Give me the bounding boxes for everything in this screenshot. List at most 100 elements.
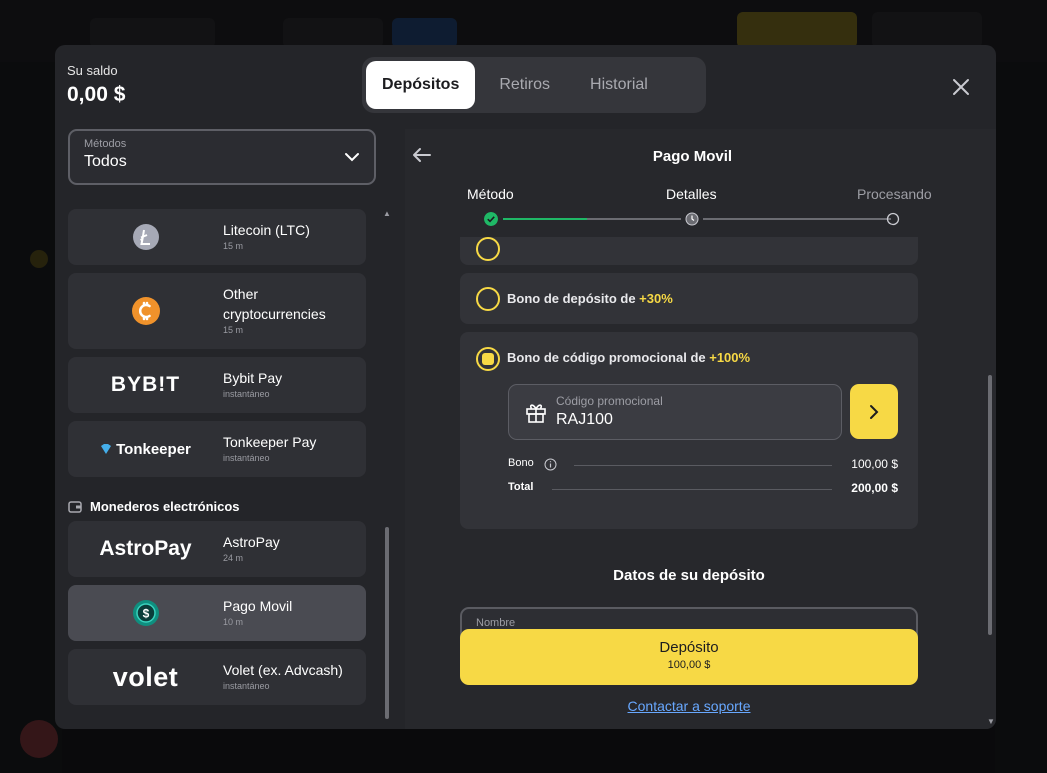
bonus-card-deposit[interactable]: Bono de depósito de +30% xyxy=(460,273,918,324)
chevron-down-icon xyxy=(345,153,359,162)
ewallets-section-title: Monederos electrónicos xyxy=(68,499,240,514)
promo-apply-button[interactable] xyxy=(850,384,898,439)
bonus-deposit-percent: +30% xyxy=(639,291,673,306)
bonus-deposit-label: Bono de depósito de +30% xyxy=(507,291,673,306)
step-pending-icon xyxy=(886,212,900,226)
promo-code-input[interactable]: Código promocional RAJ100 xyxy=(508,384,842,440)
bybit-wordmark: BYB!T xyxy=(110,373,181,396)
methods-value: Todos xyxy=(84,153,127,170)
step-line-done xyxy=(503,218,587,220)
step-done-icon xyxy=(484,212,498,226)
payment-method-list: Litecoin (LTC) 15 m Other cryptocurrenci… xyxy=(68,209,366,729)
method-list-scroll-thumb[interactable] xyxy=(385,527,389,719)
deposit-data-title: Datos de su depósito xyxy=(613,567,765,584)
bonus-card-previous[interactable] xyxy=(460,237,918,265)
deposit-button[interactable]: Depósito 100,00 $ xyxy=(460,629,918,685)
contact-support-link[interactable]: Contactar a soporte xyxy=(460,698,918,714)
methods-dropdown[interactable]: Métodos Todos xyxy=(68,129,376,185)
diamond-icon xyxy=(101,444,112,454)
method-name: Litecoin (LTC) xyxy=(223,222,310,238)
svg-text:$: $ xyxy=(142,607,149,621)
tab-bar: Depósitos Retiros Historial xyxy=(362,57,706,113)
method-card-volet[interactable]: volet Volet (ex. Advcash) instantáneo xyxy=(68,649,366,705)
bonus-deposit-radio[interactable] xyxy=(476,287,500,311)
other-crypto-logo xyxy=(68,273,223,349)
method-time: 15 m xyxy=(223,325,244,335)
summary-label: Bono xyxy=(508,457,534,469)
method-list-scrollbar[interactable]: ▲ xyxy=(383,209,391,719)
method-card-litecoin[interactable]: Litecoin (LTC) 15 m xyxy=(68,209,366,265)
deposit-modal: Su saldo 0,00 $ Depósitos Retiros Histor… xyxy=(55,45,996,729)
balance-label: Su saldo xyxy=(67,63,118,78)
litecoin-logo xyxy=(68,209,223,265)
step-procesando: Procesando xyxy=(857,186,932,202)
payment-method-title: Pago Movil xyxy=(652,148,733,165)
step-detalles: Detalles xyxy=(666,186,717,202)
summary-divider xyxy=(574,465,832,466)
details-scrollbar[interactable] xyxy=(988,375,992,635)
tonkeeper-logo: Tonkeeper xyxy=(68,421,223,477)
method-card-bybit[interactable]: BYB!T Bybit Pay instantáneo xyxy=(68,357,366,413)
pago-movil-logo: $ xyxy=(68,585,223,641)
method-card-astropay[interactable]: AstroPay AstroPay 24 m xyxy=(68,521,366,577)
method-name: Bybit Pay xyxy=(223,370,283,386)
summary-divider xyxy=(552,489,832,490)
bonus-promo-label: Bono de código promocional de +100% xyxy=(507,350,750,365)
bonus-deposit-text: Bono de depósito de xyxy=(507,291,640,306)
litecoin-icon xyxy=(132,224,159,250)
method-card-other-crypto[interactable]: Other cryptocurrencies 15 m xyxy=(68,273,366,349)
gift-icon xyxy=(526,404,546,423)
bonus-promo-text: Bono de código promocional de xyxy=(507,350,710,365)
method-card-pago-movil[interactable]: $ Pago Movil 10 m xyxy=(68,585,366,641)
scroll-down-icon[interactable]: ▼ xyxy=(987,717,995,726)
astropay-wordmark: AstroPay xyxy=(99,537,192,560)
step-line-pending xyxy=(703,218,891,220)
progress-steps: Método Detalles Procesando xyxy=(465,186,945,226)
pago-movil-icon: $ xyxy=(132,600,159,626)
volet-wordmark: volet xyxy=(112,661,179,692)
promo-code-label: Código promocional xyxy=(556,394,663,408)
chevron-right-icon xyxy=(870,404,879,419)
method-time: 24 m xyxy=(223,553,244,563)
promo-code-value: RAJ100 xyxy=(556,411,613,428)
details-scroll-area: Bono de depósito de +30% Bono de código … xyxy=(460,237,930,657)
method-time: 10 m xyxy=(223,617,244,627)
bonus-promo-radio[interactable] xyxy=(476,347,500,371)
method-time: 15 m xyxy=(223,241,244,251)
summary-value: 200,00 $ xyxy=(851,481,898,495)
method-card-tonkeeper[interactable]: Tonkeeper Tonkeeper Pay instantáneo xyxy=(68,421,366,477)
tab-retiros[interactable]: Retiros xyxy=(483,61,566,109)
method-name: Volet (ex. Advcash) xyxy=(223,662,343,678)
step-line-current xyxy=(587,218,681,220)
method-time: instantáneo xyxy=(223,389,270,399)
tab-historial[interactable]: Historial xyxy=(574,61,664,109)
methods-label: Métodos xyxy=(84,138,127,150)
bonus-promo-percent: +100% xyxy=(709,350,751,365)
name-input-label: Nombre xyxy=(476,617,516,629)
method-name: Tonkeeper Pay xyxy=(223,434,317,450)
tonkeeper-wordmark: Tonkeeper xyxy=(116,440,191,458)
summary-value: 100,00 $ xyxy=(851,457,898,471)
ewallets-section-label: Monederos electrónicos xyxy=(90,499,240,514)
method-name: Other cryptocurrencies xyxy=(223,286,326,322)
summary-row-total: Total 200,00 $ xyxy=(508,481,898,497)
scroll-up-icon[interactable]: ▲ xyxy=(383,209,391,218)
volet-logo: volet xyxy=(68,649,223,705)
method-time: instantáneo xyxy=(223,681,270,691)
bonus-radio-previous[interactable] xyxy=(476,237,500,261)
close-icon[interactable] xyxy=(948,74,974,100)
method-time: instantáneo xyxy=(223,453,270,463)
bitcoin-icon xyxy=(131,297,160,325)
deposit-button-label: Depósito xyxy=(659,639,719,656)
method-name: AstroPay xyxy=(223,534,280,550)
bybit-logo: BYB!T xyxy=(68,357,223,413)
info-icon[interactable] xyxy=(544,458,557,471)
method-name: Pago Movil xyxy=(223,598,293,614)
step-metodo: Método xyxy=(467,186,514,202)
summary-row-bono: Bono 100,00 $ xyxy=(508,457,898,473)
step-current-icon xyxy=(685,212,699,226)
summary-label: Total xyxy=(508,481,534,493)
tab-depositos[interactable]: Depósitos xyxy=(366,61,476,109)
astropay-logo: AstroPay xyxy=(68,521,223,577)
bonus-card-promo[interactable]: Bono de código promocional de +100% Códi… xyxy=(460,332,918,529)
